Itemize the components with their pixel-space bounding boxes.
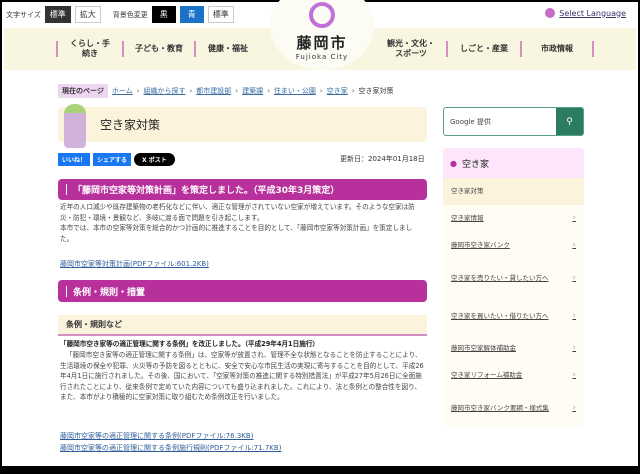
nav-divider [592, 41, 594, 57]
plan-paragraph: 近年の人口減少や既存建築物の老朽化などに伴い、適正な管理がされていない空家が増え… [60, 203, 415, 243]
ordinance-pdf-link[interactable]: 藤岡市空家等の適正管理に関する条例(PDFファイル:76.3KB) [60, 431, 253, 441]
search-icon: ⚲ [566, 116, 573, 127]
breadcrumb: 現在のページ ホーム › 組織から探す › 都市建設部 › 建築課 › 住まい・公園 › … [58, 84, 394, 98]
wisteria-icon [64, 104, 86, 148]
nav-tourism[interactable]: 観光・文化・スポーツ [376, 36, 446, 62]
social-buttons: いいね！ シェアする X ポスト [58, 153, 175, 166]
sidebar-item[interactable]: 藤岡市空家解体補助金 › [443, 335, 584, 362]
sidebar-heading: ● 空き家 [443, 148, 584, 178]
window-frame-bottom [2, 466, 638, 474]
sidebar-item[interactable]: 空き家を売りたい・貸したい方へ › [443, 259, 584, 297]
select-language-label: Select Language [559, 8, 626, 18]
sidebar-item[interactable]: 空き家情報 › [443, 205, 584, 232]
section-heading-plan: 「藤岡市空家等対策計画」を策定しました。（平成30年3月策定） [58, 179, 427, 200]
city-emblem-icon [309, 2, 335, 28]
page-title: 空き家対策 [58, 107, 427, 142]
font-size-label: 文字サイズ [6, 10, 41, 19]
nav-children[interactable]: 子ども・教育 [122, 41, 194, 57]
breadcrumb-housing[interactable]: 住まい・公園 [274, 86, 316, 96]
bg-black-button[interactable]: 黒 [151, 6, 176, 23]
like-button[interactable]: いいね！ [58, 153, 91, 166]
chevron-right-icon: › [572, 343, 576, 353]
chevron-right-icon: › [572, 310, 576, 321]
nav-city[interactable]: 市政情報 [520, 41, 592, 57]
ordinance-body: 「藤岡市空き家等の適正管理に関する条例」は、空家等が放置され、管理不全な状態とな… [60, 351, 424, 401]
sidebar-item[interactable]: 藤岡市空き家バンク › [443, 232, 584, 259]
plan-pdf-link[interactable]: 藤岡市空家等対策計画(PDFファイル:601.2KB) [60, 259, 209, 269]
breadcrumb-vacant[interactable]: 空き家 [327, 86, 348, 96]
site-search: Google 提供 ⚲ [443, 107, 584, 136]
share-button[interactable]: シェアする [93, 153, 132, 166]
subheading-ordinance: 条例・規則など [58, 315, 427, 336]
chevron-right-icon: › [572, 240, 576, 250]
sidebar-item[interactable]: 藤岡市空き家バンク要綱・様式集 › [443, 389, 584, 427]
bg-blue-button[interactable]: 青 [179, 6, 204, 23]
search-input[interactable]: Google 提供 [444, 108, 556, 135]
accessibility-bar: 文字サイズ 標準 拡大 背景色変更 黒 青 標準 [6, 6, 234, 23]
bg-standard-button[interactable]: 標準 [207, 6, 234, 23]
x-post-button[interactable]: X ポスト [134, 153, 175, 166]
sidebar-menu: ● 空き家 空き家対策 空き家情報 › 藤岡市空き家バンク › 空き家を売りたい・貸し… [443, 148, 584, 427]
chevron-right-icon: › [572, 402, 576, 413]
font-standard-button[interactable]: 標準 [44, 6, 71, 23]
search-button[interactable]: ⚲ [556, 108, 583, 135]
logo-sub: Fujioka City [295, 53, 349, 61]
breadcrumb-label: 現在のページ [58, 84, 108, 98]
font-large-button[interactable]: 拡大 [74, 6, 101, 23]
nav-work[interactable]: しごと・産業 [446, 41, 520, 57]
sidebar-item[interactable]: 空き家を買いたい・借りたい方へ › [443, 297, 584, 335]
breadcrumb-current: 空き家対策 [358, 87, 394, 95]
nav-living[interactable]: くらし・手続き [56, 39, 122, 58]
site-logo[interactable]: 藤岡市 Fujioka City [270, 0, 374, 70]
bg-color-label: 背景色変更 [112, 10, 148, 19]
ordinance-lead: 「藤岡市空き家等の適正管理に関する条例」を改正しました。（平成29年4月1日施行… [60, 340, 320, 348]
sidebar-item-current[interactable]: 空き家対策 [443, 178, 584, 205]
sidebar-item[interactable]: 空き家リフォーム補助金 › [443, 362, 584, 389]
updated-date: 更新日：2024年01月18日 [340, 155, 425, 163]
globe-icon [545, 8, 556, 18]
section-heading-ordinance: 条例・規則・措置 [58, 280, 427, 302]
breadcrumb-section[interactable]: 建築課 [242, 86, 263, 96]
ordinance-rules-pdf-link[interactable]: 藤岡市空家等の適正管理に関する条例施行規則(PDFファイル:71.7KB) [60, 443, 281, 453]
breadcrumb-org[interactable]: 組織から探す [143, 86, 185, 96]
nav-health[interactable]: 健康・福祉 [194, 41, 260, 57]
nav-right: 観光・文化・スポーツ しごと・産業 市政情報 [376, 28, 594, 70]
breadcrumb-home[interactable]: ホーム [112, 86, 133, 96]
nav-left: くらし・手続き 子ども・教育 健康・福祉 [56, 28, 260, 70]
chevron-right-icon: › [572, 213, 576, 223]
logo-name: 藤岡市 [296, 34, 348, 52]
select-language-link[interactable]: Select Language [545, 8, 626, 18]
chevron-right-icon: › [572, 370, 576, 380]
breadcrumb-dept[interactable]: 都市建設部 [196, 86, 231, 96]
chevron-right-icon: › [572, 272, 576, 283]
